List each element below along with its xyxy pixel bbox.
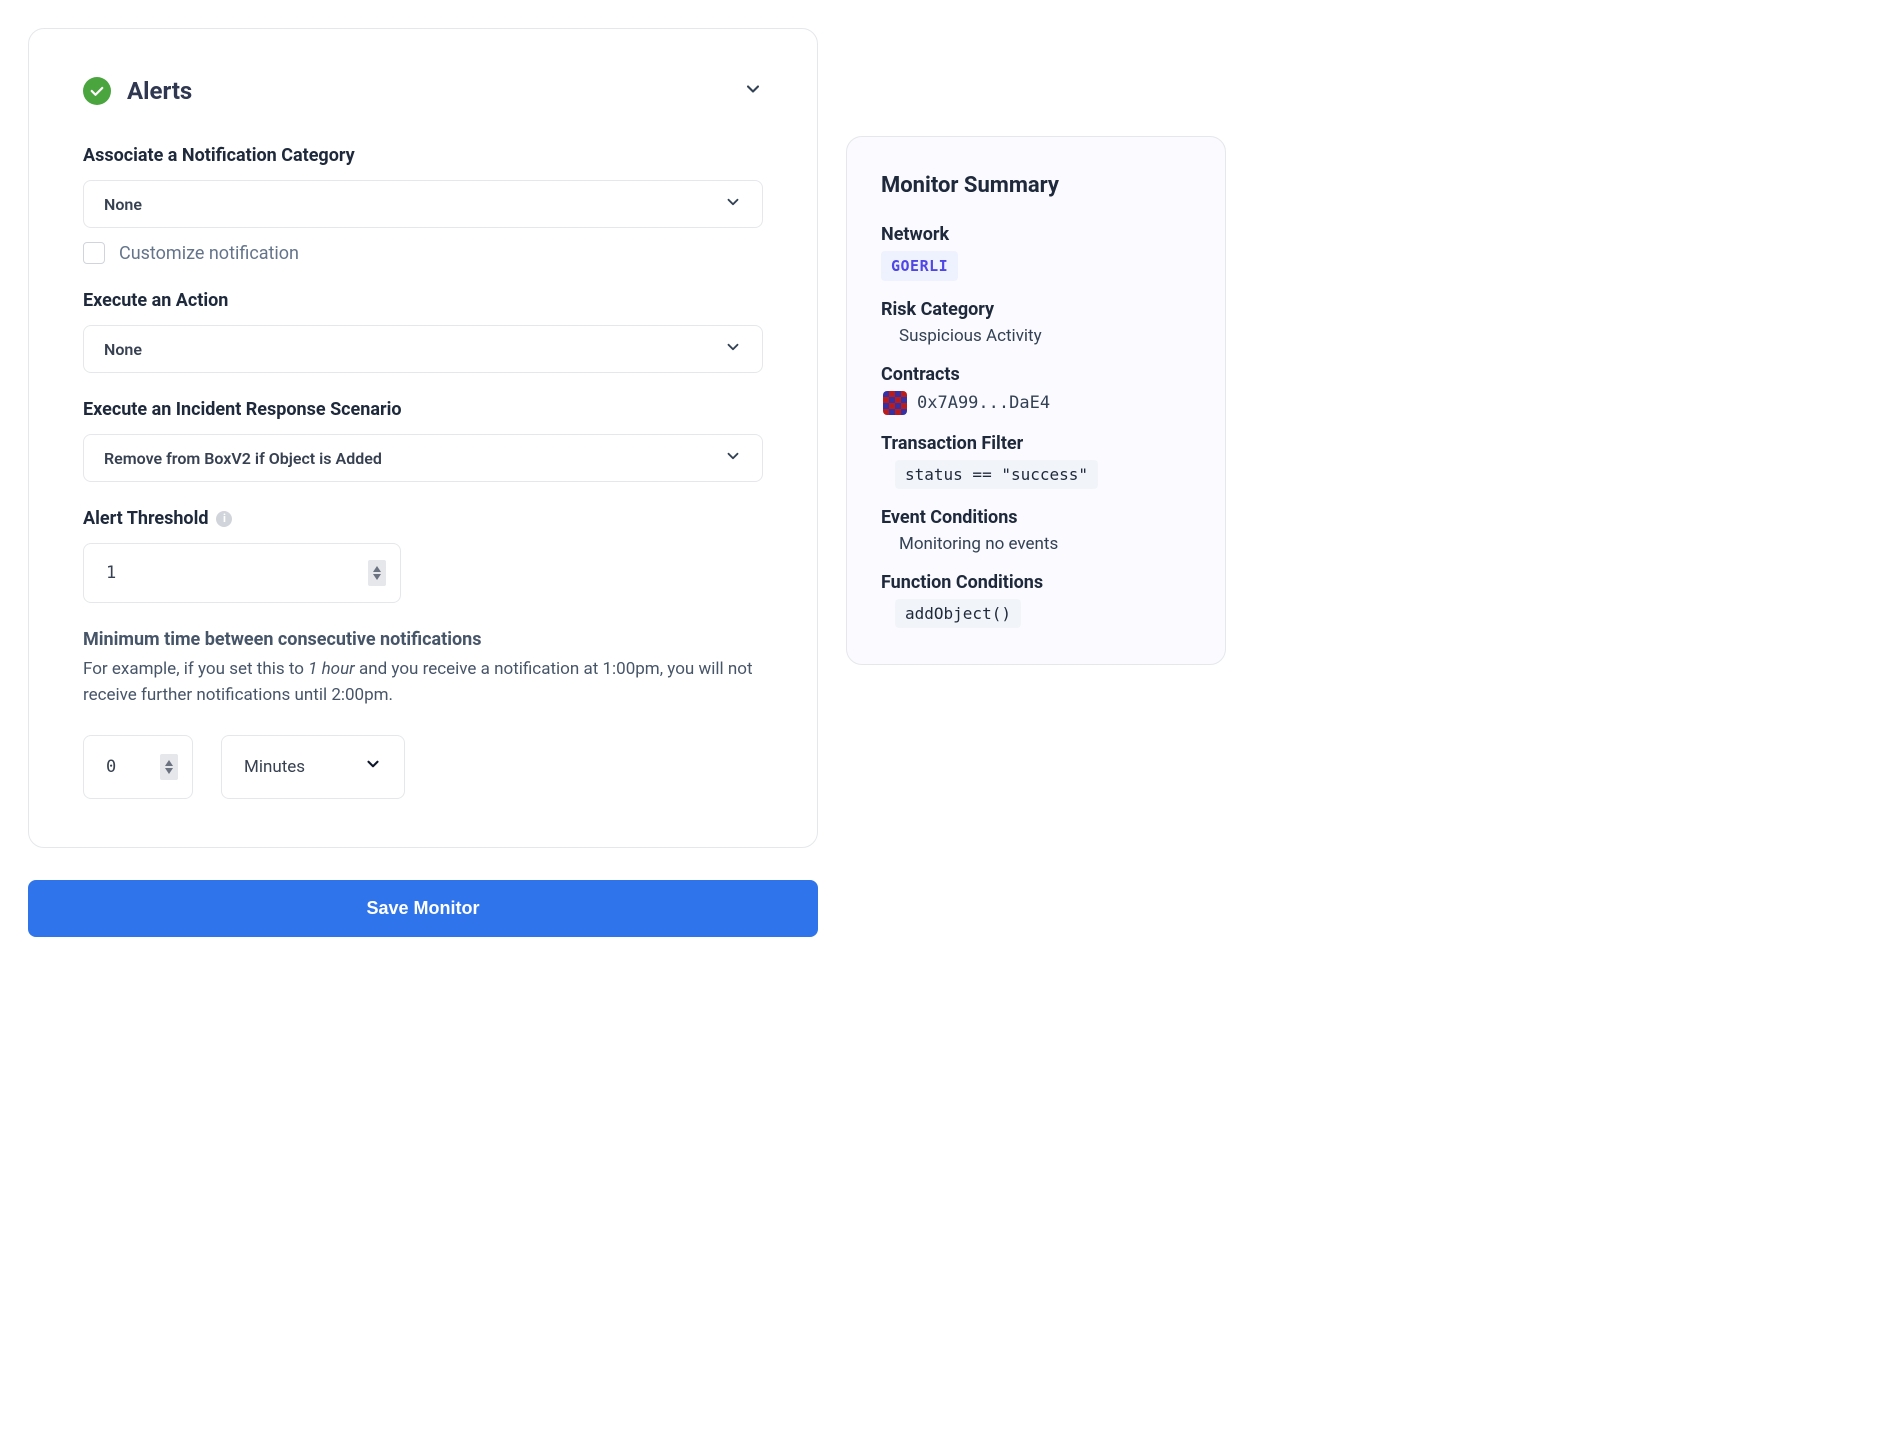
summary-risk-label: Risk Category	[881, 299, 1191, 320]
execute-action-label: Execute an Action	[83, 290, 763, 311]
chevron-down-icon	[724, 193, 742, 215]
summary-risk-value: Suspicious Activity	[881, 326, 1191, 346]
check-icon	[83, 77, 111, 105]
info-icon[interactable]: i	[216, 511, 232, 527]
monitor-summary-card: Monitor Summary Network GOERLI Risk Cate…	[846, 136, 1226, 665]
summary-functions-label: Function Conditions	[881, 572, 1191, 593]
contract-address: 0x7A99...DaE4	[917, 393, 1050, 413]
alerts-card: Alerts Associate a Notification Category…	[28, 28, 818, 848]
contract-identicon-icon	[883, 391, 907, 415]
min-time-group: Minimum time between consecutive notific…	[83, 629, 763, 799]
execute-action-select[interactable]: None	[83, 325, 763, 373]
customize-notification-checkbox[interactable]	[83, 242, 105, 264]
alert-threshold-stepper[interactable]	[368, 560, 386, 586]
summary-txfilter-value: status == "success"	[895, 460, 1098, 489]
summary-events-value: Monitoring no events	[881, 534, 1191, 554]
min-time-unit-value: Minutes	[244, 757, 305, 777]
incident-response-label: Execute an Incident Response Scenario	[83, 399, 763, 420]
min-time-value: 0	[106, 757, 160, 777]
alert-threshold-group: Alert Threshold i 1	[83, 508, 763, 603]
save-monitor-button[interactable]: Save Monitor	[28, 880, 818, 937]
network-badge: GOERLI	[881, 251, 958, 281]
incident-response-group: Execute an Incident Response Scenario Re…	[83, 399, 763, 482]
min-time-unit-select[interactable]: Minutes	[221, 735, 405, 799]
min-time-title: Minimum time between consecutive notific…	[83, 629, 763, 650]
customize-notification-label: Customize notification	[119, 243, 299, 264]
execute-action-value: None	[104, 340, 142, 359]
min-time-stepper[interactable]	[160, 754, 178, 780]
min-time-value-input[interactable]: 0	[83, 735, 193, 799]
notification-category-label: Associate a Notification Category	[83, 145, 763, 166]
alert-threshold-value: 1	[106, 563, 368, 583]
alert-threshold-input[interactable]: 1	[83, 543, 401, 603]
chevron-down-icon	[364, 755, 382, 778]
summary-contracts-label: Contracts	[881, 364, 1191, 385]
incident-response-select[interactable]: Remove from BoxV2 if Object is Added	[83, 434, 763, 482]
summary-events-label: Event Conditions	[881, 507, 1191, 528]
notification-category-select[interactable]: None	[83, 180, 763, 228]
min-time-desc: For example, if you set this to 1 hour a…	[83, 656, 763, 709]
execute-action-group: Execute an Action None	[83, 290, 763, 373]
chevron-down-icon	[724, 338, 742, 360]
summary-txfilter-label: Transaction Filter	[881, 433, 1191, 454]
summary-title: Monitor Summary	[881, 173, 1191, 198]
alerts-header[interactable]: Alerts	[83, 77, 763, 105]
chevron-down-icon[interactable]	[743, 79, 763, 103]
incident-response-value: Remove from BoxV2 if Object is Added	[104, 449, 382, 468]
notification-category-value: None	[104, 195, 142, 214]
alerts-title: Alerts	[127, 77, 192, 105]
chevron-down-icon	[724, 447, 742, 469]
notification-category-group: Associate a Notification Category None C…	[83, 145, 763, 264]
summary-network-label: Network	[881, 224, 1191, 245]
summary-functions-value: addObject()	[895, 599, 1021, 628]
alert-threshold-label: Alert Threshold	[83, 508, 208, 529]
